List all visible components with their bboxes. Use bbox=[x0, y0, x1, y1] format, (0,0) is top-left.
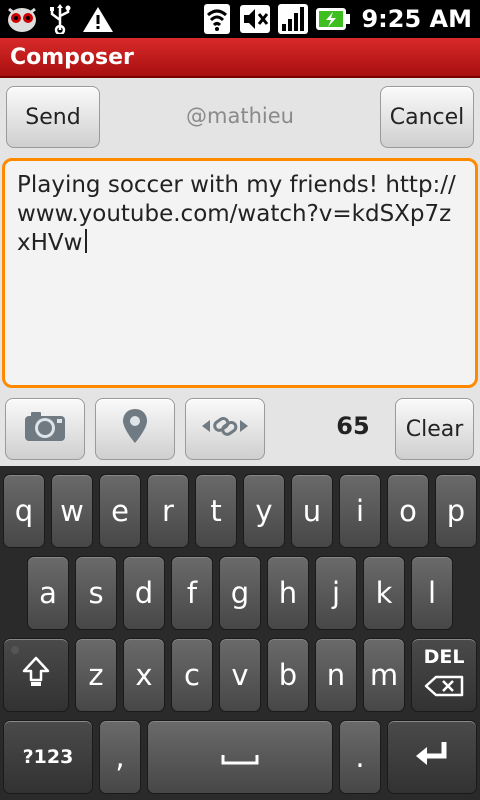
shift-icon bbox=[22, 656, 50, 695]
text-cursor bbox=[85, 229, 88, 253]
wifi-icon bbox=[201, 3, 233, 35]
space-key[interactable] bbox=[147, 720, 333, 794]
key-n[interactable]: n bbox=[315, 638, 357, 712]
signal-icon bbox=[277, 3, 309, 35]
link-icon bbox=[200, 409, 250, 449]
recipient-label: @mathieu bbox=[186, 104, 294, 128]
app-title: Composer bbox=[10, 45, 134, 70]
key-p[interactable]: p bbox=[435, 474, 477, 548]
status-time: 9:25 AM bbox=[361, 5, 472, 33]
key-y[interactable]: y bbox=[243, 474, 285, 548]
symbols-key-label: ?123 bbox=[22, 746, 74, 768]
backspace-icon bbox=[424, 670, 464, 704]
location-pin-icon bbox=[121, 407, 149, 451]
location-button[interactable] bbox=[95, 398, 175, 460]
key-c[interactable]: c bbox=[171, 638, 213, 712]
status-bar: 9:25 AM bbox=[0, 0, 480, 38]
key-s[interactable]: s bbox=[75, 556, 117, 630]
shorten-link-button[interactable] bbox=[185, 398, 265, 460]
key-f[interactable]: f bbox=[171, 556, 213, 630]
enter-key[interactable] bbox=[387, 720, 477, 794]
usb-icon bbox=[44, 3, 76, 35]
delete-key-label: DEL bbox=[423, 646, 465, 668]
key-w[interactable]: w bbox=[51, 474, 93, 548]
cancel-button[interactable]: Cancel bbox=[380, 86, 474, 148]
key-z[interactable]: z bbox=[75, 638, 117, 712]
key-e[interactable]: e bbox=[99, 474, 141, 548]
key-period[interactable]: . bbox=[339, 720, 381, 794]
key-a[interactable]: a bbox=[27, 556, 69, 630]
key-o[interactable]: o bbox=[387, 474, 429, 548]
symbols-key[interactable]: ?123 bbox=[3, 720, 93, 794]
key-x[interactable]: x bbox=[123, 638, 165, 712]
key-t[interactable]: t bbox=[195, 474, 237, 548]
warning-icon bbox=[82, 3, 114, 35]
battery-charging-icon bbox=[315, 3, 351, 35]
message-input[interactable]: Playing soccer with my friends! http://w… bbox=[2, 158, 478, 388]
key-b[interactable]: b bbox=[267, 638, 309, 712]
enter-icon bbox=[414, 739, 450, 776]
key-v[interactable]: v bbox=[219, 638, 261, 712]
key-comma[interactable]: , bbox=[99, 720, 141, 794]
message-text: Playing soccer with my friends! http://w… bbox=[17, 172, 456, 256]
key-d[interactable]: d bbox=[123, 556, 165, 630]
clear-button[interactable]: Clear bbox=[395, 398, 474, 460]
key-u[interactable]: u bbox=[291, 474, 333, 548]
camera-icon bbox=[23, 409, 67, 449]
camera-button[interactable] bbox=[5, 398, 85, 460]
app-notification-icon bbox=[6, 3, 38, 35]
key-l[interactable]: l bbox=[411, 556, 453, 630]
space-bar-icon bbox=[220, 740, 260, 774]
key-g[interactable]: g bbox=[219, 556, 261, 630]
key-m[interactable]: m bbox=[363, 638, 405, 712]
soft-keyboard: q w e r t y u i o p a s d f g h j k l z … bbox=[0, 466, 480, 800]
muted-icon bbox=[239, 3, 271, 35]
key-h[interactable]: h bbox=[267, 556, 309, 630]
delete-key[interactable]: DEL bbox=[411, 638, 477, 712]
caps-lock-indicator bbox=[11, 646, 19, 654]
title-bar: Composer bbox=[0, 38, 480, 78]
key-j[interactable]: j bbox=[315, 556, 357, 630]
key-r[interactable]: r bbox=[147, 474, 189, 548]
character-counter: 65 bbox=[336, 412, 370, 440]
key-k[interactable]: k bbox=[363, 556, 405, 630]
send-button[interactable]: Send bbox=[6, 86, 100, 148]
shift-key[interactable] bbox=[3, 638, 69, 712]
key-i[interactable]: i bbox=[339, 474, 381, 548]
key-q[interactable]: q bbox=[3, 474, 45, 548]
